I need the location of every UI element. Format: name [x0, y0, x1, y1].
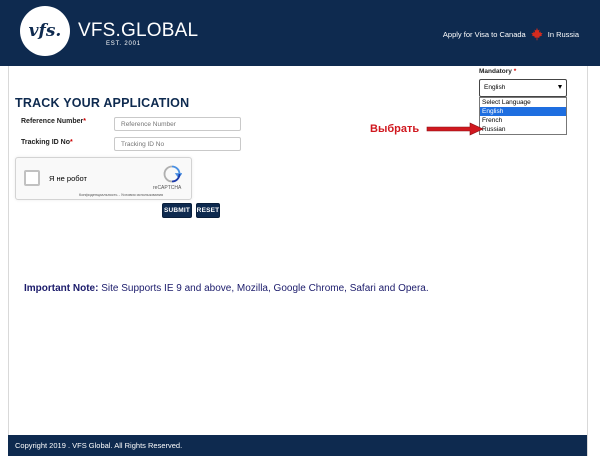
note-text: Site Supports IE 9 and above, Mozilla, G… [98, 283, 429, 294]
language-option[interactable]: English [480, 107, 566, 116]
page-title: TRACK YOUR APPLICATION [15, 96, 190, 110]
footer-text: Copyright 2019 . VFS Global. All Rights … [15, 441, 183, 450]
reference-label: Reference Number* [21, 118, 86, 125]
arrow-icon [426, 122, 484, 136]
site-header: vfs. VFS.GLOBAL EST. 2001 Apply for Visa… [0, 0, 600, 66]
language-option[interactable]: French [480, 116, 566, 125]
reference-label-text: Reference Number [21, 118, 84, 125]
annotation-label: Выбрать [370, 123, 420, 135]
brand-est: EST. 2001 [106, 41, 141, 47]
country-info: Apply for Visa to Canada In Russia [443, 27, 579, 41]
tracking-label-text: Tracking ID No [21, 139, 71, 146]
location-text: In Russia [547, 29, 579, 39]
note-label: Important Note: [24, 283, 99, 294]
apply-text: Apply for Visa to Canada [442, 29, 526, 39]
recaptcha-widget: Я не робот reCAPTCHA Конфиденциальность … [15, 157, 192, 200]
captcha-brand: reCAPTCHA [153, 185, 182, 191]
important-note: Important Note: Site Supports IE 9 and a… [24, 283, 429, 294]
language-option[interactable]: Select Language [480, 98, 566, 107]
captcha-links[interactable]: Конфиденциальность - Условия использован… [79, 193, 163, 197]
captcha-label: Я не робот [49, 174, 87, 183]
language-selected: English [484, 84, 506, 91]
logo-text: vfs. [28, 21, 62, 41]
chevron-down-icon [558, 85, 562, 89]
language-option[interactable]: Russian [480, 125, 566, 134]
required-mark: * [513, 68, 517, 75]
brand-name: VFS.GLOBAL [78, 20, 199, 41]
site-footer: Copyright 2019 . VFS Global. All Rights … [8, 435, 587, 456]
reset-button[interactable]: RESET [196, 203, 220, 218]
required-mark: * [83, 118, 86, 125]
vfs-logo[interactable]: vfs. [20, 6, 70, 56]
maple-leaf-icon [531, 27, 543, 41]
required-mark: * [70, 139, 73, 146]
language-label: Mandatory * [479, 68, 516, 75]
captcha-checkbox[interactable] [24, 170, 40, 186]
submit-button[interactable]: SUBMIT [162, 203, 192, 218]
language-options: Select Language English French Russian [479, 97, 567, 135]
recaptcha-icon [163, 165, 182, 183]
language-select[interactable]: English [479, 79, 567, 97]
language-label-text: Mandatory [479, 68, 512, 75]
page: vfs. VFS.GLOBAL EST. 2001 Apply for Visa… [0, 0, 600, 463]
reference-number-input[interactable] [114, 117, 241, 131]
tracking-id-input[interactable] [114, 137, 241, 151]
tracking-label: Tracking ID No* [21, 139, 73, 146]
